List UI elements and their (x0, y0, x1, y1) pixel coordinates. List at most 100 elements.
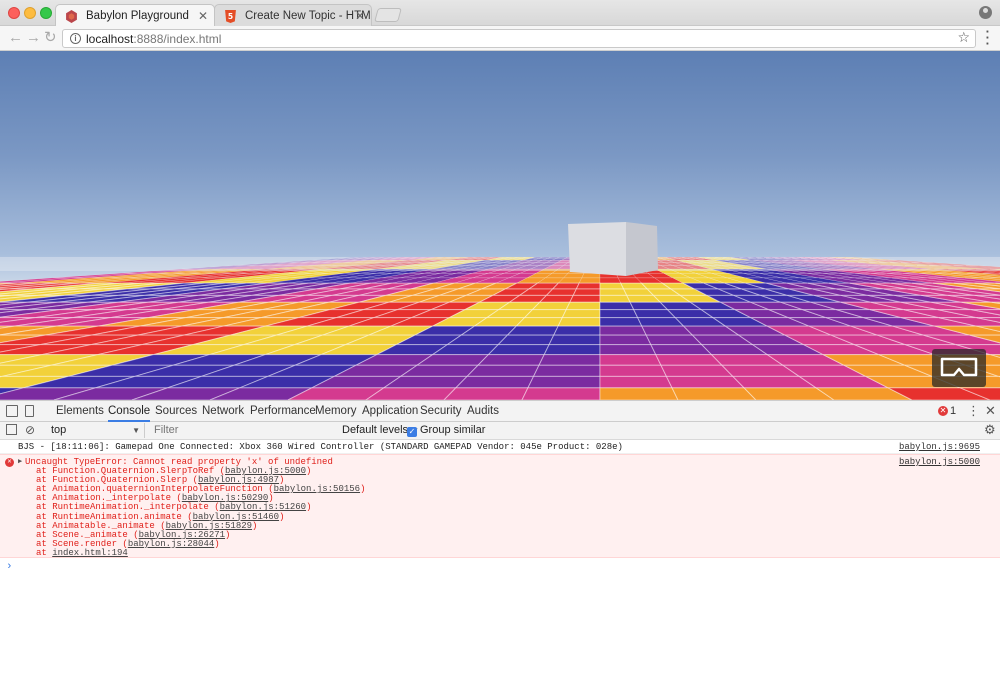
tab-network[interactable]: Network (202, 401, 244, 422)
ground-tile (600, 335, 651, 345)
error-icon: ✕ (5, 458, 14, 467)
ground-tile (600, 283, 624, 289)
site-info-icon[interactable]: i (70, 33, 81, 44)
ground-tile (600, 376, 672, 388)
ground-tile (600, 388, 678, 400)
title-bar: Babylon Playground ✕ 5 Create New Topic … (0, 0, 1000, 26)
profile-icon[interactable] (979, 6, 992, 19)
stack-frame-link[interactable]: babylon.js:50156 (274, 484, 360, 494)
ground-tile (600, 310, 638, 318)
devtools-panel: Elements Console Sources Network Perform… (0, 400, 1000, 685)
stack-frame-link[interactable]: index.html:194 (52, 548, 128, 558)
cube-mesh (566, 222, 660, 278)
tab-security[interactable]: Security (420, 401, 462, 422)
tab-performance[interactable]: Performance (250, 401, 316, 422)
tab-memory[interactable]: Memory (315, 401, 357, 422)
clear-console-icon[interactable]: ⊘ (25, 423, 35, 437)
new-tab-button[interactable] (374, 8, 402, 22)
tiled-ground (0, 257, 1000, 400)
horizon-haze (0, 257, 1000, 271)
ground-tile (573, 289, 600, 295)
browser-menu-icon[interactable]: ··· (986, 29, 990, 47)
error-icon: ✕ (938, 406, 948, 416)
bookmark-star-icon[interactable]: ☆ (957, 29, 970, 46)
console-prompt-chevron-icon[interactable]: › (6, 561, 13, 573)
window-maximize-button[interactable] (40, 7, 52, 19)
tab-application[interactable]: Application (362, 401, 418, 422)
ground-tile (600, 355, 661, 366)
devtools-menu-icon[interactable]: ⋮ (967, 403, 980, 419)
devtools-close-icon[interactable]: ✕ (985, 403, 996, 419)
stack-frame-link[interactable]: babylon.js:28044 (128, 539, 214, 549)
url-text: localhost:8888/index.html (86, 32, 221, 46)
log-message-info: BJS - [18:11:06]: Gamepad One Connected:… (0, 442, 1000, 454)
ground-tile (558, 318, 600, 326)
device-toolbar-icon[interactable] (25, 405, 34, 417)
ground-tile (528, 376, 600, 388)
ground-tile (600, 365, 666, 376)
ground-tile (570, 295, 600, 302)
ground-tile (600, 345, 656, 355)
ground-tile (672, 388, 756, 400)
babylon-canvas[interactable] (0, 51, 1000, 400)
devtools-tabbar: Elements Console Sources Network Perform… (0, 401, 1000, 422)
ground-tile (444, 388, 528, 400)
ground-tile (600, 295, 630, 302)
error-count-badge[interactable]: ✕1 (938, 405, 956, 417)
address-bar[interactable]: i localhost:8888/index.html ☆ (62, 29, 976, 48)
forward-arrow-icon[interactable]: → (26, 28, 41, 48)
stack-frame: at index.html:194 (36, 548, 128, 558)
tab-console[interactable]: Console (108, 401, 150, 422)
console-toolbar: ⊘ top▼ Default levels ▼ ✓Group similar ⚙ (0, 422, 1000, 440)
html5-icon: 5 (224, 10, 237, 23)
window-close-button[interactable] (8, 7, 20, 19)
tab-babylon-playground[interactable]: Babylon Playground ✕ (55, 4, 215, 27)
ground-tile (562, 310, 600, 318)
group-similar-checkbox[interactable]: ✓Group similar (407, 423, 485, 438)
log-message-error: ✕ ▶ Uncaught TypeError: Cannot read prop… (0, 454, 1000, 558)
ground-tile (532, 302, 569, 309)
tab-close-icon[interactable]: ✕ (198, 5, 208, 27)
ground-tile (600, 302, 634, 309)
ground-tile (666, 376, 744, 388)
tab-audits[interactable]: Audits (467, 401, 499, 422)
svg-text:5: 5 (228, 12, 233, 21)
ground-tile (651, 345, 712, 355)
tab-title: Babylon Playground (86, 10, 189, 22)
ground-tile (579, 278, 600, 283)
tab-close-icon[interactable]: ✕ (355, 5, 365, 27)
ground-tile (566, 302, 600, 309)
checkmark-icon: ✓ (407, 427, 417, 437)
error-source-link[interactable]: babylon.js:5000 (899, 457, 980, 467)
console-settings-gear-icon[interactable]: ⚙ (984, 422, 996, 438)
filter-input[interactable] (150, 423, 334, 438)
ground-tile (488, 345, 549, 355)
tab-sources[interactable]: Sources (155, 401, 197, 422)
ground-tile (554, 326, 600, 335)
ground-tile (508, 326, 559, 335)
ground-tile (525, 310, 567, 318)
tab-html5-gamedevs[interactable]: 5 Create New Topic - HTML5 Ga ✕ (214, 4, 372, 27)
window-minimize-button[interactable] (24, 7, 36, 19)
console-sidebar-icon[interactable] (6, 424, 17, 435)
ground-tile (576, 283, 600, 289)
ground-tile (661, 365, 733, 376)
back-arrow-icon[interactable]: ← (8, 28, 23, 48)
ground-tile (539, 355, 600, 366)
tab-elements[interactable]: Elements (56, 401, 104, 422)
vr-headset-icon (940, 357, 978, 379)
ground-tile (549, 335, 600, 345)
vr-button[interactable] (932, 349, 986, 387)
expand-triangle-icon[interactable]: ▶ (18, 457, 22, 466)
ground-tile (656, 355, 722, 366)
ground-tile (600, 289, 627, 295)
context-select[interactable]: top▼ (47, 423, 145, 438)
ground-tile (467, 365, 539, 376)
ground-tile (600, 326, 646, 335)
log-source-link[interactable]: babylon.js:9695 (899, 442, 980, 452)
tab-title: Create New Topic - HTML5 Ga (245, 10, 372, 22)
ground-tile (534, 365, 600, 376)
inspect-element-icon[interactable] (6, 405, 18, 417)
ground-tile (522, 388, 600, 400)
reload-icon[interactable]: ↻ (44, 28, 57, 48)
